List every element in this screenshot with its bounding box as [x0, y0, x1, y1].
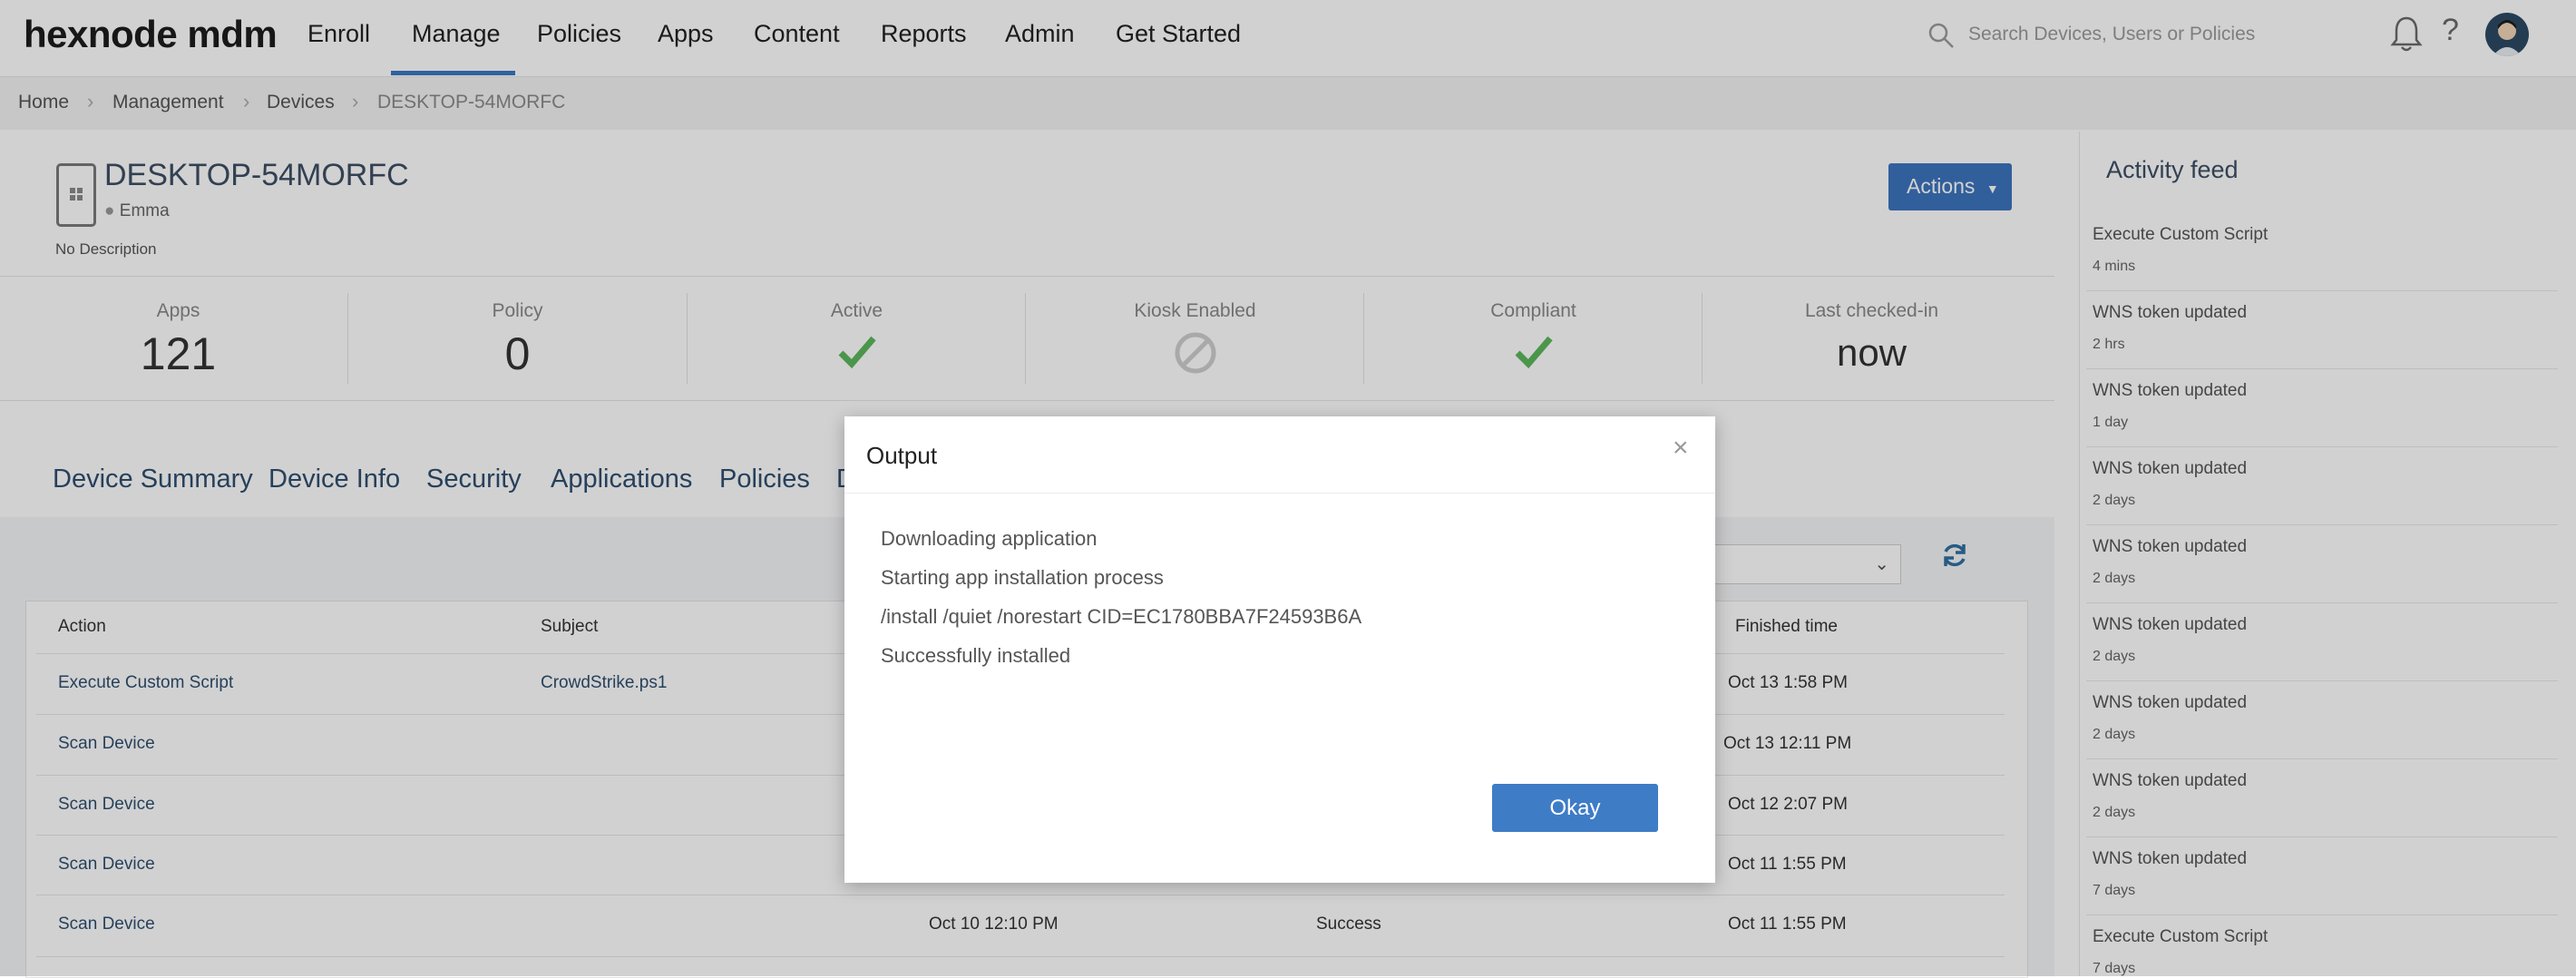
- output-dialog: Output × Downloading application Startin…: [844, 416, 1715, 883]
- output-line: Successfully installed: [881, 644, 1071, 667]
- okay-button[interactable]: Okay: [1492, 784, 1658, 832]
- output-line: Downloading application: [881, 527, 1098, 550]
- output-line: /install /quiet /norestart CID=EC1780BBA…: [881, 605, 1362, 628]
- dialog-header: Output ×: [844, 416, 1715, 494]
- close-icon[interactable]: ×: [1673, 433, 1689, 464]
- output-line: Starting app installation process: [881, 566, 1164, 589]
- dialog-title: Output: [866, 442, 938, 469]
